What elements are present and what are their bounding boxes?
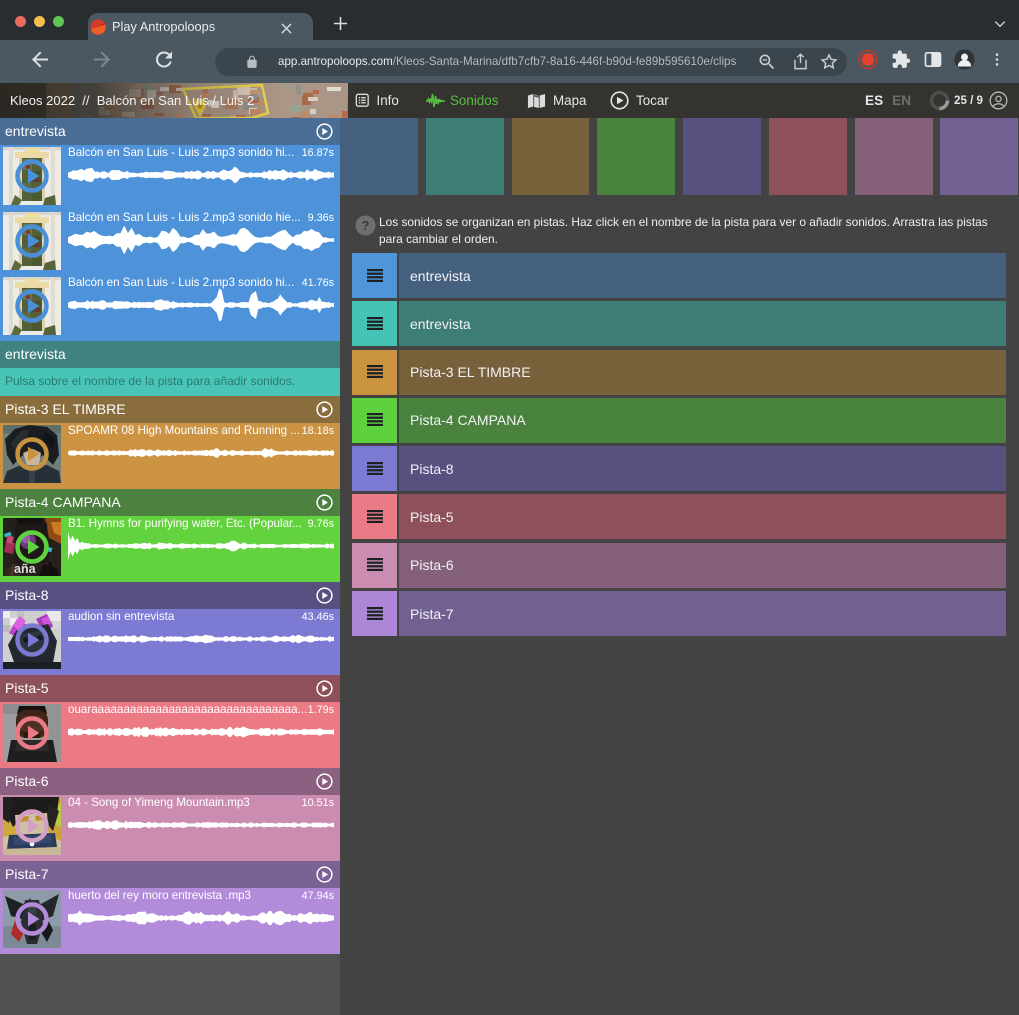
svg-text:aña: aña — [14, 562, 37, 576]
svg-text:?: ? — [361, 218, 369, 233]
